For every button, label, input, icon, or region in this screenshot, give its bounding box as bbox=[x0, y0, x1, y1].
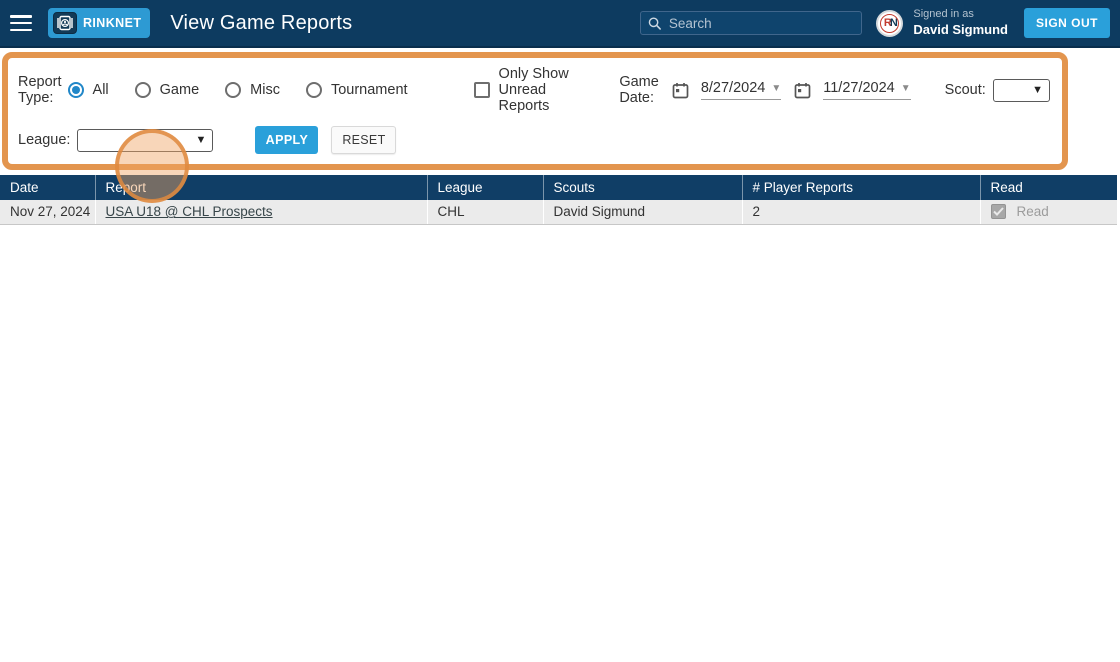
game-date-label: Game Date: bbox=[619, 74, 659, 106]
chevron-down-icon: ▼ bbox=[195, 134, 207, 146]
game-date-from-field[interactable]: 8/27/2024 ▼ bbox=[700, 80, 782, 100]
radio-misc-icon bbox=[225, 82, 242, 98]
unread-only-checkbox[interactable] bbox=[473, 82, 490, 98]
menu-icon[interactable] bbox=[10, 15, 32, 31]
calendar-icon-to[interactable] bbox=[794, 82, 811, 99]
apply-button[interactable]: APPLY bbox=[255, 126, 319, 154]
read-checkbox[interactable] bbox=[990, 204, 1006, 220]
read-status-label: Read bbox=[1016, 204, 1049, 220]
column-header-league[interactable]: League bbox=[427, 175, 544, 200]
radio-misc-label: Misc bbox=[250, 82, 280, 98]
league-label: League: bbox=[18, 132, 71, 148]
column-header-player-reports[interactable]: # Player Reports bbox=[742, 175, 981, 200]
game-date-from-value: 8/27/2024 bbox=[700, 80, 766, 96]
search-input[interactable] bbox=[668, 15, 855, 31]
chevron-down-icon: ▼ bbox=[771, 82, 782, 94]
reset-button[interactable]: RESET bbox=[331, 126, 397, 154]
filter-row-1: Report Type: All Game Misc Tournament On… bbox=[18, 66, 1050, 114]
table-row: Nov 27, 2024 USA U18 @ CHL Prospects CHL… bbox=[0, 200, 1117, 225]
cell-scouts: David Sigmund bbox=[543, 200, 743, 225]
signed-in-status: Signed in as David Sigmund bbox=[913, 8, 1008, 38]
radio-all[interactable]: All bbox=[67, 82, 109, 98]
unread-only-label: Only Show Unread Reports bbox=[498, 66, 569, 114]
app-header: RINKNET View Game Reports RN Signed in a… bbox=[0, 0, 1120, 48]
radio-tournament-icon bbox=[305, 82, 322, 98]
signed-in-username: David Sigmund bbox=[913, 21, 1008, 37]
check-icon bbox=[992, 207, 1004, 217]
sign-out-button[interactable]: SIGN OUT bbox=[1023, 8, 1110, 38]
page-title: View Game Reports bbox=[170, 11, 353, 34]
radio-game-icon bbox=[134, 82, 151, 98]
radio-tournament[interactable]: Tournament bbox=[305, 82, 408, 98]
avatar[interactable]: RN bbox=[876, 9, 904, 37]
column-header-scouts[interactable]: Scouts bbox=[543, 175, 743, 200]
signed-in-prefix: Signed in as bbox=[913, 8, 974, 20]
chevron-down-icon: ▼ bbox=[900, 82, 911, 94]
person-badge-icon bbox=[53, 12, 77, 34]
game-date-to-value: 11/27/2024 bbox=[823, 80, 895, 96]
radio-misc[interactable]: Misc bbox=[225, 82, 280, 98]
radio-game-label: Game bbox=[159, 82, 200, 98]
cell-player-reports: 2 bbox=[742, 200, 981, 225]
report-type-radio-group: All Game Misc Tournament bbox=[67, 82, 434, 98]
column-header-date[interactable]: Date bbox=[0, 175, 96, 200]
chevron-down-icon: ▼ bbox=[1032, 84, 1043, 96]
scout-select[interactable]: ▼ bbox=[992, 78, 1050, 102]
radio-game[interactable]: Game bbox=[134, 82, 200, 98]
game-date-to-field[interactable]: 11/27/2024 ▼ bbox=[823, 80, 911, 100]
table-header-row: Date Report League Scouts # Player Repor… bbox=[0, 175, 1117, 200]
cell-league: CHL bbox=[427, 200, 544, 225]
column-header-read[interactable]: Read bbox=[980, 175, 1117, 200]
report-type-label: Report Type: bbox=[18, 74, 62, 106]
radio-tournament-label: Tournament bbox=[330, 82, 408, 98]
radio-all-icon bbox=[67, 82, 84, 98]
report-link[interactable]: USA U18 @ CHL Prospects bbox=[106, 204, 273, 219]
column-header-report[interactable]: Report bbox=[95, 175, 428, 200]
radio-all-label: All bbox=[92, 82, 109, 98]
rinknet-logo-button[interactable]: RINKNET bbox=[48, 8, 151, 38]
reports-table: Date Report League Scouts # Player Repor… bbox=[0, 175, 1117, 225]
scout-label: Scout: bbox=[944, 82, 986, 98]
calendar-icon-from[interactable] bbox=[672, 82, 689, 99]
filter-row-2: League: ▼ APPLY RESET bbox=[18, 126, 1050, 154]
league-select[interactable]: ▼ bbox=[77, 128, 214, 152]
search-icon bbox=[649, 16, 662, 30]
cell-date: Nov 27, 2024 bbox=[0, 200, 96, 225]
filter-panel: Report Type: All Game Misc Tournament On… bbox=[2, 52, 1068, 170]
logo-label: RINKNET bbox=[83, 16, 142, 30]
search-box[interactable] bbox=[640, 11, 863, 35]
